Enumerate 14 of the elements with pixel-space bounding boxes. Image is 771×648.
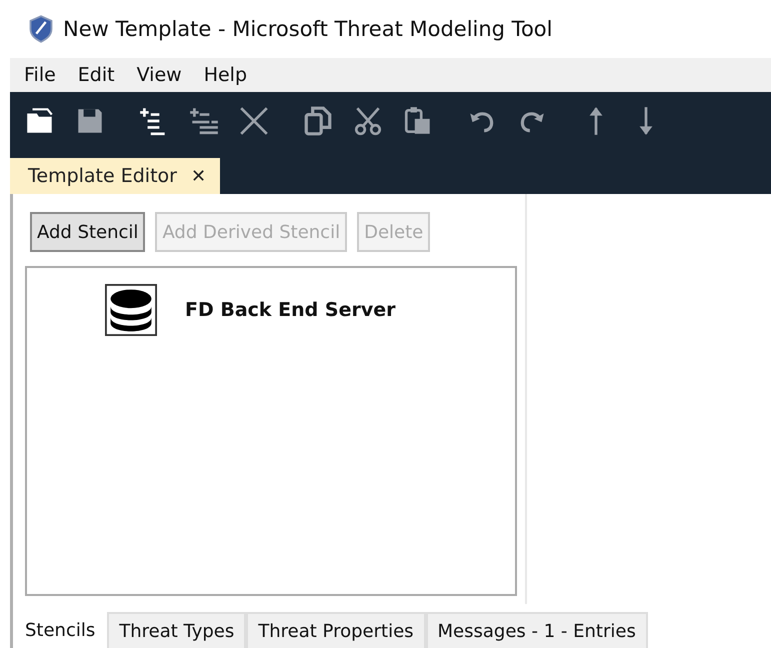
stencil-label[interactable]: FD Back End Server — [185, 299, 396, 321]
toolbar-button[interactable]: Add Stencil — [30, 212, 146, 252]
menu-item[interactable]: View — [136, 64, 182, 86]
window-title: New Template - Microsoft Threat Modeling Tool — [63, 17, 552, 41]
bottom-tab[interactable]: Messages - 1 - Entries — [426, 612, 648, 648]
menu-item[interactable]: Edit — [78, 64, 115, 86]
menu-item[interactable]: Help — [204, 64, 248, 86]
menu-item[interactable]: File — [24, 64, 56, 86]
close-icon[interactable]: ✕ — [190, 166, 206, 186]
database-icon — [105, 284, 157, 336]
shield-icon — [29, 15, 53, 43]
document-tab[interactable]: Template Editor ✕ — [10, 158, 220, 194]
bottom-tab[interactable]: Threat Types — [107, 612, 246, 648]
bottom-tab[interactable]: Threat Properties — [246, 612, 426, 648]
